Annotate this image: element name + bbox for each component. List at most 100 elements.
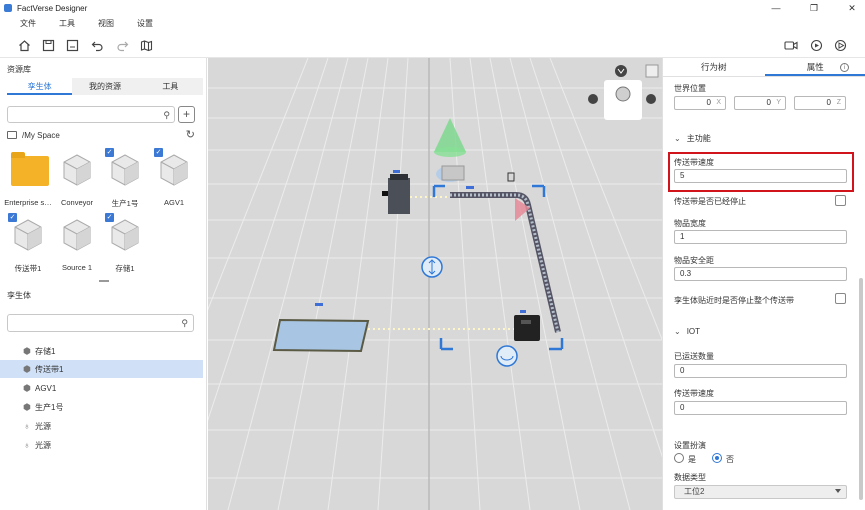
chevron-down-icon: ⌄: [674, 134, 681, 143]
folder-icon: [11, 152, 49, 186]
add-resource-button[interactable]: +: [178, 106, 195, 123]
tab-twins[interactable]: 孪生体: [7, 78, 73, 95]
asset-item[interactable]: Source 1: [53, 213, 101, 272]
iot-section-header[interactable]: ⌄ IOT: [674, 327, 700, 336]
main-section-header[interactable]: ⌄ 主功能: [674, 133, 711, 144]
asset-label: Source 1: [61, 263, 93, 272]
menu-view[interactable]: 视图: [98, 18, 114, 29]
menu-settings[interactable]: 设置: [137, 18, 153, 29]
tree-item[interactable]: ⬢ 存储1: [0, 342, 203, 360]
asset-item[interactable]: ✓ 存储1: [101, 213, 149, 273]
shipped-count-input[interactable]: 0: [674, 364, 847, 378]
tree-item[interactable]: ♁ 光源: [0, 436, 203, 454]
world-position-label: 世界位置: [674, 84, 706, 93]
maximize-icon[interactable]: ❐: [809, 3, 819, 14]
position-z-input[interactable]: 0 Z: [794, 96, 846, 110]
dropdown-arrow-icon: [835, 489, 841, 493]
x-axis-label: X: [716, 99, 721, 106]
hex-icon: ⬢: [23, 345, 31, 356]
title-bar: FactVerse Designer — ❐ ✕: [0, 0, 865, 16]
tree-item-label: 传送带1: [35, 364, 64, 374]
data-type-select[interactable]: 工位2: [674, 485, 847, 499]
properties-scrollbar[interactable]: [859, 278, 863, 500]
radio-no-label: 否: [726, 455, 734, 464]
item-safe-distance-label: 物品安全距: [674, 256, 714, 265]
info-icon[interactable]: i: [840, 63, 849, 72]
tree-item-selected[interactable]: ⬢ 传送带1: [0, 360, 203, 378]
asset-item[interactable]: ✓ 传送带1: [4, 213, 52, 273]
tree-item-label: 生产1号: [35, 402, 64, 412]
tree-item[interactable]: ⬢ AGV1: [0, 379, 203, 397]
panel-splitter[interactable]: [0, 278, 207, 284]
asset-item[interactable]: ✓ 生产1号: [101, 148, 149, 208]
belt-stopped-checkbox[interactable]: [835, 195, 846, 206]
refresh-icon[interactable]: ↻: [186, 128, 195, 141]
tree-item[interactable]: ⬢ 生产1号: [0, 398, 203, 416]
item-width-label: 物品宽度: [674, 219, 706, 228]
asset-label: Conveyor: [60, 198, 94, 207]
cube-icon: [14, 219, 42, 251]
map-icon[interactable]: [139, 38, 153, 52]
redo-icon[interactable]: [115, 38, 129, 52]
chevron-down-icon: ⌄: [674, 327, 681, 336]
asset-item[interactable]: Enterprise s…: [4, 148, 52, 207]
cube-icon: [111, 154, 139, 186]
record-settings-icon[interactable]: [809, 38, 823, 52]
belt-speed-input[interactable]: 5: [674, 169, 847, 183]
tab-behavior-tree[interactable]: 行为树: [663, 58, 765, 76]
minimize-icon[interactable]: —: [771, 3, 781, 13]
asset-label: 生产1号: [111, 199, 139, 208]
stop-when-close-checkbox[interactable]: [835, 293, 846, 304]
undo-icon[interactable]: [90, 38, 104, 52]
menu-tools[interactable]: 工具: [59, 18, 75, 29]
menu-bar: 文件 工具 视图 设置: [0, 16, 865, 30]
resource-search-input[interactable]: ⚲: [7, 106, 175, 123]
belt-speed-iot-input[interactable]: 0: [674, 401, 847, 415]
tree-item[interactable]: ♁ 光源: [0, 417, 203, 435]
hex-icon: ⬢: [23, 401, 31, 412]
tree-item-label: 光源: [35, 421, 51, 431]
cube-icon: [111, 219, 139, 251]
save-icon[interactable]: [41, 38, 55, 52]
bulb-icon: ♁: [23, 440, 31, 450]
scene-tree-title: 孪生体: [7, 291, 31, 300]
tab-properties[interactable]: 属性: [764, 58, 865, 76]
scene-search-input[interactable]: ⚲: [7, 314, 194, 332]
tab-my-resources[interactable]: 我的资源: [72, 78, 137, 95]
play-icon[interactable]: [833, 38, 847, 52]
shipped-count-label: 已运送数量: [674, 352, 714, 361]
item-safe-distance-input[interactable]: 0.3: [674, 267, 847, 281]
item-width-input[interactable]: 1: [674, 230, 847, 244]
tab-tools[interactable]: 工具: [138, 78, 203, 95]
close-icon[interactable]: ✕: [847, 3, 857, 14]
belt-stopped-label: 传送带是否已经停止: [674, 197, 746, 206]
cube-icon: [63, 154, 91, 186]
cube-icon: [63, 219, 91, 251]
radio-no[interactable]: [712, 453, 722, 463]
hex-icon: ⬢: [23, 382, 31, 393]
asset-item[interactable]: ✓ AGV1: [150, 148, 198, 207]
tree-item-label: 光源: [35, 440, 51, 450]
menu-file[interactable]: 文件: [20, 18, 36, 29]
asset-label: Enterprise s…: [4, 198, 52, 207]
home-icon[interactable]: [17, 38, 31, 52]
camera-icon[interactable]: [784, 38, 798, 52]
position-y-input[interactable]: 0 Y: [734, 96, 786, 110]
save-as-icon[interactable]: [65, 38, 79, 52]
hex-icon: ⬢: [23, 363, 31, 374]
tree-item-label: AGV1: [35, 383, 57, 393]
app-title: FactVerse Designer: [17, 3, 88, 13]
tree-item-label: 存储1: [35, 346, 56, 356]
position-x-input[interactable]: 0 X: [674, 96, 726, 110]
main-section-title: 主功能: [686, 134, 711, 143]
radio-yes[interactable]: [674, 453, 684, 463]
belt-speed-label: 传送带速度: [674, 158, 714, 167]
asset-item[interactable]: Conveyor: [53, 148, 101, 207]
properties-panel: 行为树 属性 i 世界位置 0 X 0 Y 0 Z ⌄ 主功能 传送带速度 5 …: [662, 58, 865, 510]
position-y-value: 0: [766, 98, 771, 107]
position-x-value: 0: [706, 98, 711, 107]
scene-viewport[interactable]: [208, 58, 662, 510]
asset-label: AGV1: [163, 198, 184, 207]
toolbar: [0, 30, 865, 58]
position-z-value: 0: [826, 98, 831, 107]
